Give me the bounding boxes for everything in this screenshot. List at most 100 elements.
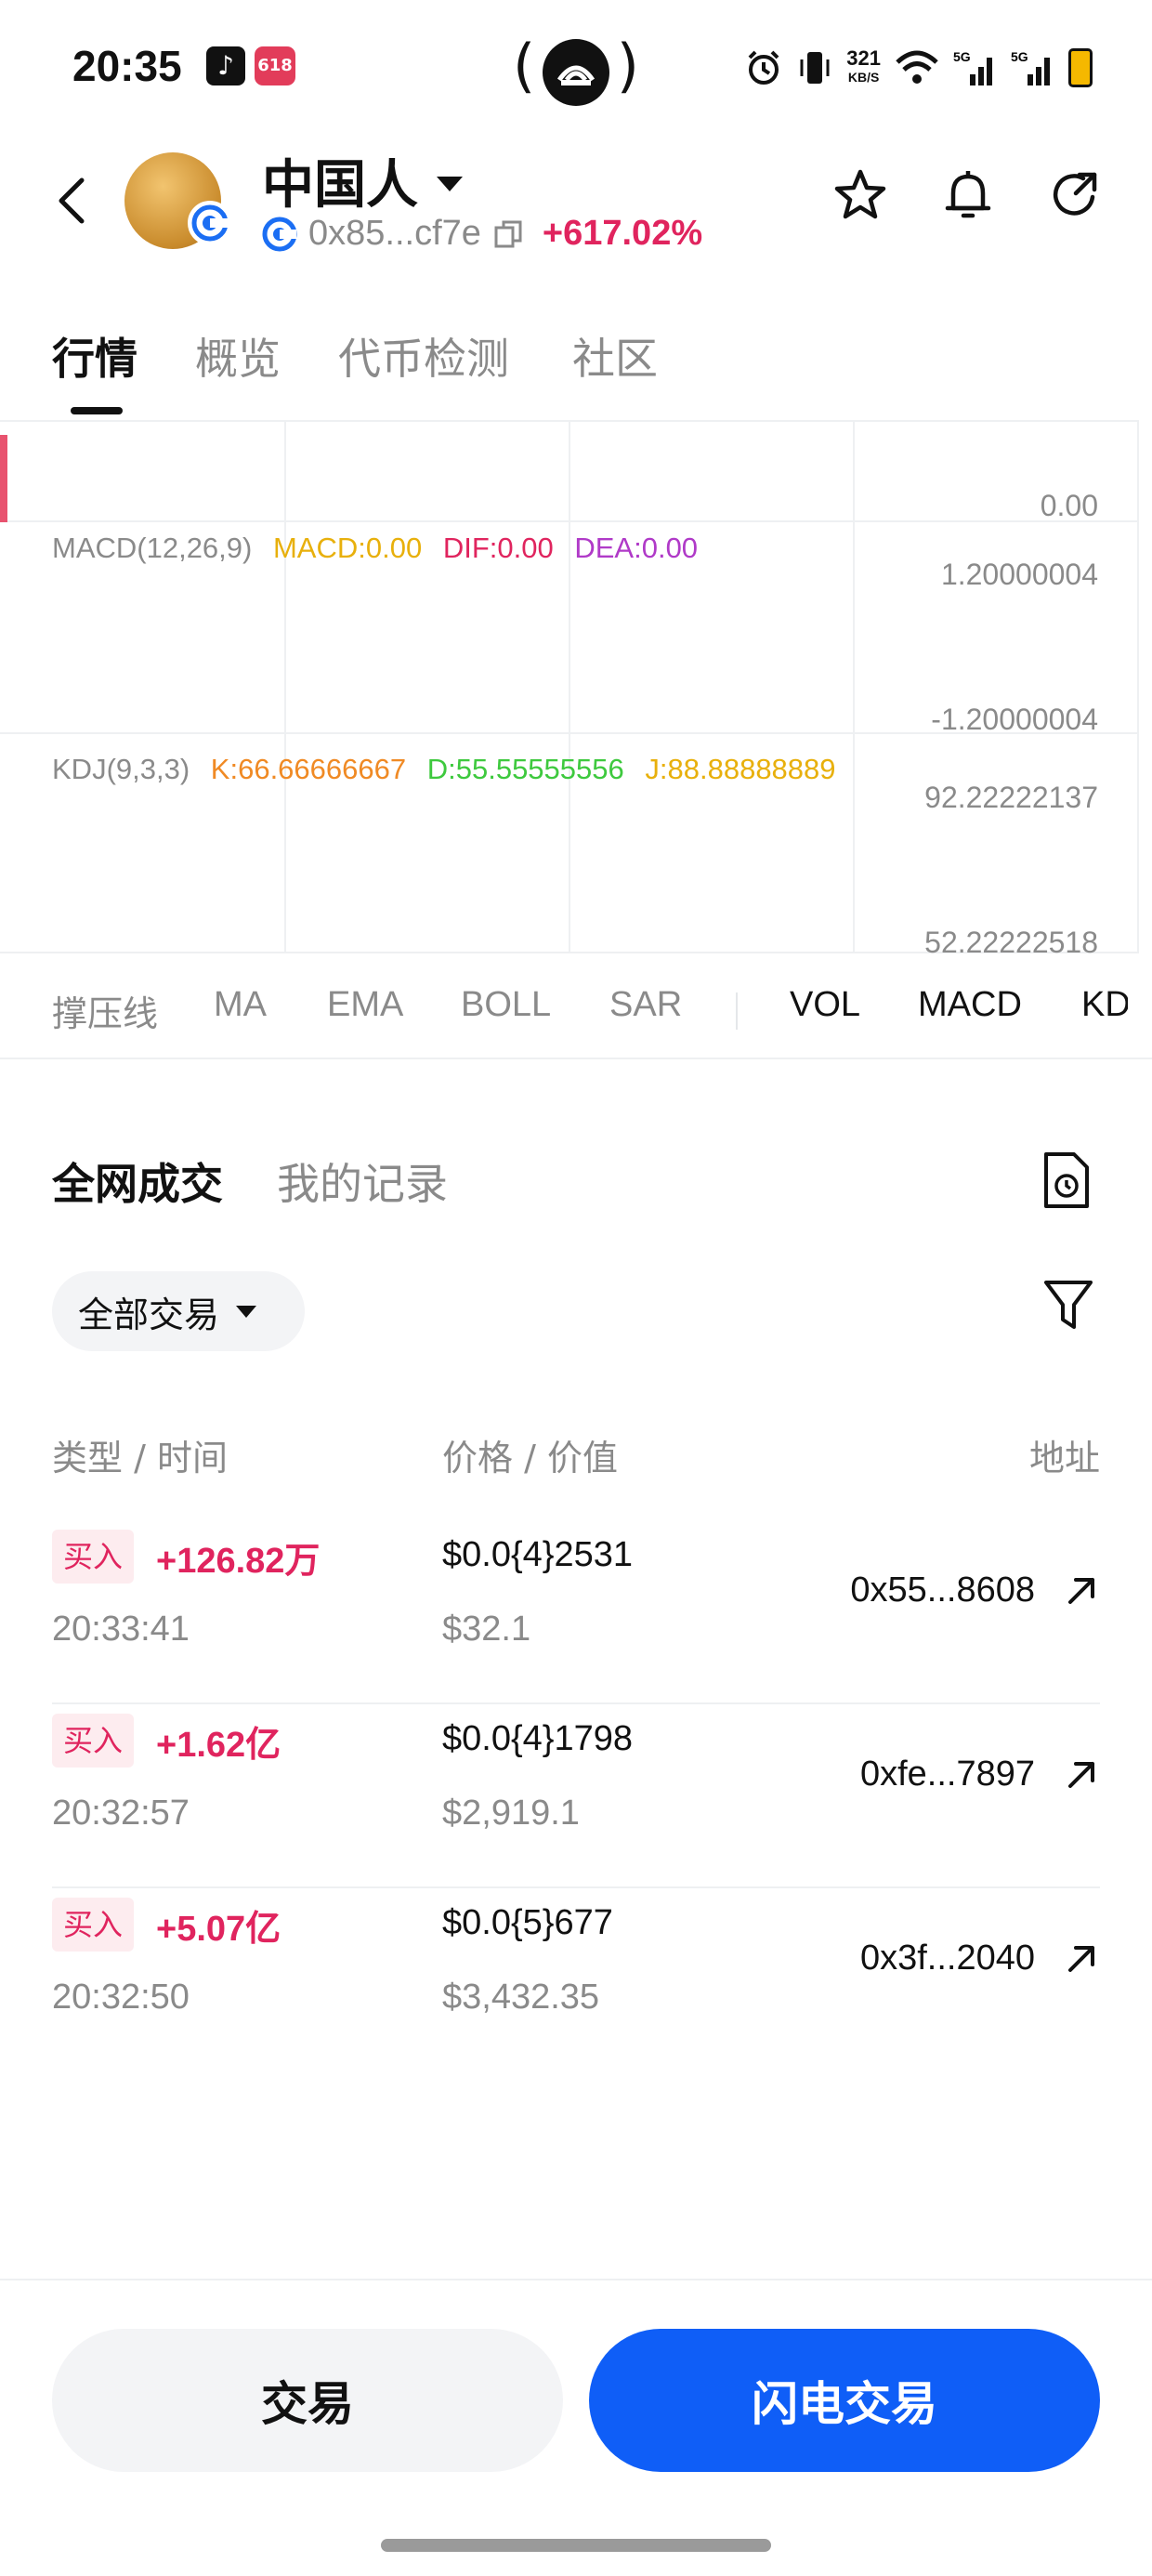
header-actions (832, 167, 1104, 223)
column-header-price-value: 价格 / 价值 (442, 1438, 618, 1479)
macd-axis-top: 1.20000004 (940, 558, 1098, 591)
alarm-icon (748, 50, 779, 85)
kdj-name: KDJ(9,3,3) (52, 753, 190, 785)
indicator-sar[interactable]: SAR (609, 985, 682, 1025)
filter-icon[interactable] (1041, 1275, 1096, 1334)
network-speed: 321 KB/S (846, 46, 881, 85)
star-icon[interactable] (832, 167, 888, 223)
indicator-support-resistance[interactable]: 撑压线 (52, 985, 158, 1036)
trade-time: 20:33:41 (52, 1610, 190, 1649)
home-indicator[interactable] (381, 2539, 771, 2552)
trade-type-filter-label: 全部交易 (78, 1294, 220, 1335)
shopping-app-icon: 618 (255, 46, 295, 85)
tab-all-trades[interactable]: 全网成交 (52, 1150, 223, 1212)
dynamic-island: ( ) (513, 32, 639, 106)
column-header-address: 地址 (1028, 1438, 1100, 1479)
external-link-arrow-icon[interactable] (1063, 1756, 1100, 1794)
main-tabs: 行情 概览 代币检测 社区 (0, 316, 1152, 418)
indicator-ma[interactable]: MA (214, 985, 267, 1025)
trade-value: $32.1 (442, 1610, 531, 1649)
kdj-legend: KDJ(9,3,3) K:66.66666667 D:55.55555556 J… (52, 753, 849, 786)
back-icon[interactable] (50, 173, 95, 229)
volume-axis-label: 0.00 (1040, 489, 1098, 522)
trade-price: $0.0{4}1798 (442, 1719, 634, 1758)
tab-community[interactable]: 社区 (572, 325, 658, 387)
token-address-row: 0x85...cf7e +617.02% (262, 214, 702, 254)
token-address: 0x85...cf7e (308, 214, 481, 253)
trade-amount: +1.62亿 (156, 1726, 281, 1765)
macd-name: MACD(12,26,9) (52, 532, 253, 564)
chain-icon (262, 217, 297, 251)
bell-icon[interactable] (940, 167, 996, 223)
trade-tabs: 全网成交 我的记录 (52, 1150, 448, 1212)
buy-badge: 买入 (52, 1714, 135, 1768)
trade-address[interactable]: 0x55...8608 (850, 1571, 1035, 1610)
dropdown-caret-icon (437, 176, 463, 191)
grid-line (853, 420, 855, 953)
trade-row[interactable]: 买入 +126.82万 20:33:41 $0.0{4}2531 $32.1 0… (52, 1520, 1100, 1704)
trade-address[interactable]: 0xfe...7897 (860, 1755, 1035, 1794)
indicator-ema[interactable]: EMA (327, 985, 403, 1025)
signal-icon: 5G (953, 49, 992, 85)
trade-time: 20:32:50 (52, 1978, 190, 2017)
trade-type-filter[interactable]: 全部交易 (52, 1271, 305, 1351)
price-chart[interactable]: 0.00 MACD(12,26,9) MACD:0.00 DIF:0.00 DE… (0, 420, 1152, 959)
volume-bar (0, 435, 7, 522)
indicator-vol[interactable]: VOL (790, 985, 860, 1025)
trade-value: $3,432.35 (442, 1978, 600, 2017)
wifi-icon (896, 50, 938, 84)
svg-text:5G: 5G (953, 49, 971, 64)
dea-value: DEA:0.00 (574, 532, 699, 564)
grid-line (1137, 420, 1139, 953)
token-header: 中国人 0x85...cf7e +617.02% (0, 139, 1152, 269)
trade-time: 20:32:57 (52, 1794, 190, 1833)
trade-button[interactable]: 交易 (52, 2329, 563, 2472)
trade-amount: +126.82万 (156, 1542, 321, 1581)
trade-row[interactable]: 买入 +5.07亿 20:32:50 $0.0{5}677 $3,432.35 … (52, 1888, 1100, 2072)
tab-my-records[interactable]: 我的记录 (277, 1150, 448, 1212)
d-value: D:55.55555556 (426, 753, 624, 785)
token-name-row[interactable]: 中国人 (262, 143, 463, 218)
macd-axis-bottom: -1.20000004 (931, 703, 1098, 736)
vibrate-icon (800, 52, 830, 84)
active-tab-indicator (71, 407, 123, 414)
macd-value: MACD:0.00 (272, 532, 423, 564)
dif-value: DIF:0.00 (442, 532, 554, 564)
battery-icon (1068, 48, 1093, 87)
external-link-arrow-icon[interactable] (1063, 1572, 1100, 1610)
grid-line (569, 420, 570, 953)
tab-overview[interactable]: 概览 (195, 325, 281, 387)
price-change-percent: +617.02% (542, 214, 703, 253)
tab-token-check[interactable]: 代币检测 (338, 325, 509, 387)
status-icons: 321 KB/S 5G 5G (744, 43, 1093, 93)
tiktok-icon: ♪ (206, 46, 245, 85)
token-name: 中国人 (262, 155, 418, 216)
copy-icon[interactable] (492, 218, 524, 250)
indicator-toolbar: 撑压线 MA EMA BOLL SAR VOL MACD KD (0, 957, 1152, 1059)
trade-value: $2,919.1 (442, 1794, 580, 1833)
kdj-axis-top: 92.22222137 (924, 781, 1098, 814)
history-document-icon[interactable] (1041, 1150, 1093, 1210)
trade-address[interactable]: 0x3f...2040 (860, 1939, 1035, 1978)
status-time: 20:35 (72, 42, 182, 90)
macd-legend: MACD(12,26,9) MACD:0.00 DIF:0.00 DEA:0.0… (52, 532, 711, 565)
trade-amount: +5.07亿 (156, 1910, 281, 1949)
indicator-kdj[interactable]: KD (1081, 985, 1128, 1025)
column-header-type-time: 类型 / 时间 (52, 1438, 228, 1479)
indicator-macd[interactable]: MACD (918, 985, 1022, 1025)
hotspot-icon (543, 39, 609, 106)
bottom-divider (0, 2279, 1152, 2280)
share-icon[interactable] (1048, 167, 1104, 223)
buy-badge: 买入 (52, 1530, 135, 1584)
j-value: J:88.88888889 (645, 753, 836, 785)
trade-row[interactable]: 买入 +1.62亿 20:32:57 $0.0{4}1798 $2,919.1 … (52, 1704, 1100, 1888)
kdj-axis-bottom: 52.22222518 (924, 926, 1098, 959)
external-link-arrow-icon[interactable] (1063, 1940, 1100, 1978)
chevron-down-icon (236, 1305, 257, 1318)
status-bar: 20:35 ♪ 618 ( ) 321 KB/S 5G 5G (0, 0, 1152, 139)
tab-market[interactable]: 行情 (52, 325, 137, 387)
trade-price: $0.0{4}2531 (442, 1535, 634, 1574)
indicator-boll[interactable]: BOLL (461, 985, 551, 1025)
flash-trade-button[interactable]: 闪电交易 (589, 2329, 1100, 2472)
trade-price: $0.0{5}677 (442, 1903, 613, 1942)
